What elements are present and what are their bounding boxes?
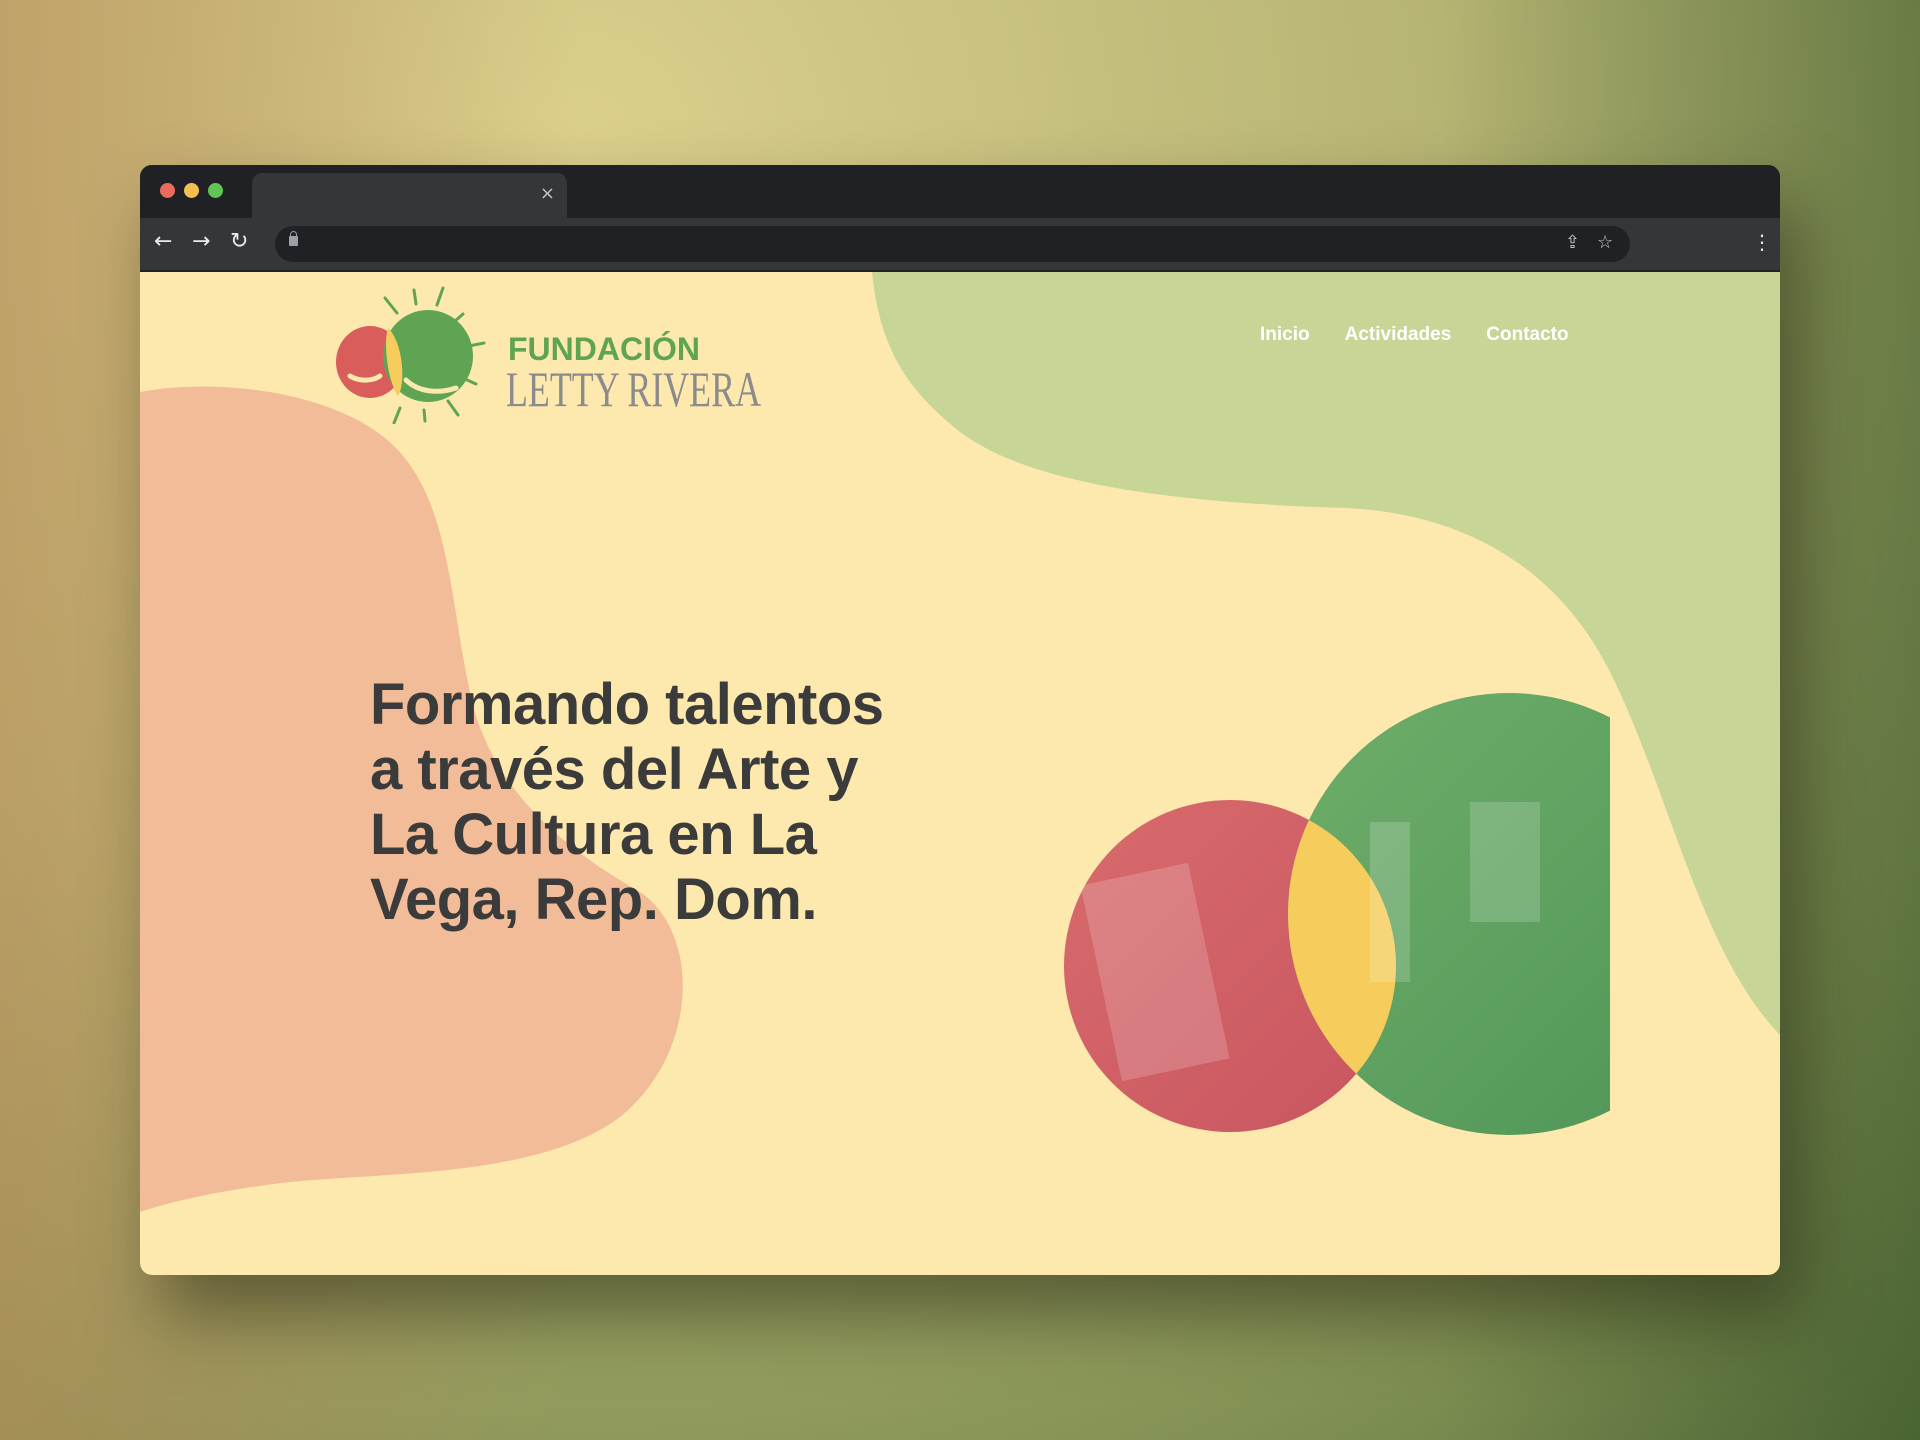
hero-headline: Formando talentos a través del Arte y La…	[370, 672, 884, 932]
browser-tab[interactable]: ×	[252, 173, 567, 218]
nav-actividades[interactable]: Actividades	[1345, 324, 1452, 346]
close-tab-icon[interactable]: ×	[540, 183, 555, 204]
browser-toolbar: ← → ↻ ⇪ ☆ ⋮	[140, 218, 1780, 270]
share-icon[interactable]: ⇪	[1565, 232, 1580, 253]
hero-photo-circles	[1064, 693, 1610, 1135]
reload-icon[interactable]: ↻	[230, 230, 248, 254]
address-bar[interactable]: ⇪ ☆	[275, 226, 1630, 262]
lock-icon	[289, 231, 298, 246]
tab-bar: ×	[140, 165, 1780, 218]
web-page: FUNDACIÓN LETTY RIVERA Inicio Actividade…	[140, 272, 1780, 1275]
maximize-window-button[interactable]	[208, 183, 223, 198]
nav-inicio[interactable]: Inicio	[1260, 324, 1310, 346]
nav-contacto[interactable]: Contacto	[1486, 324, 1568, 346]
forward-arrow-icon[interactable]: →	[192, 230, 210, 254]
back-arrow-icon[interactable]: ←	[154, 230, 172, 254]
logo-name-text: LETTY RIVERA	[506, 361, 761, 417]
browser-window: × ← → ↻ ⇪ ☆ ⋮ FUNDACIÓN LETTY RIVERA Ini…	[140, 165, 1780, 1275]
close-window-button[interactable]	[160, 183, 175, 198]
star-icon[interactable]: ☆	[1597, 232, 1613, 253]
more-vert-icon[interactable]: ⋮	[1752, 230, 1772, 254]
minimize-window-button[interactable]	[184, 183, 199, 198]
logo: FUNDACIÓN LETTY RIVERA	[336, 286, 761, 424]
main-nav: Inicio Actividades Contacto	[1260, 324, 1569, 346]
